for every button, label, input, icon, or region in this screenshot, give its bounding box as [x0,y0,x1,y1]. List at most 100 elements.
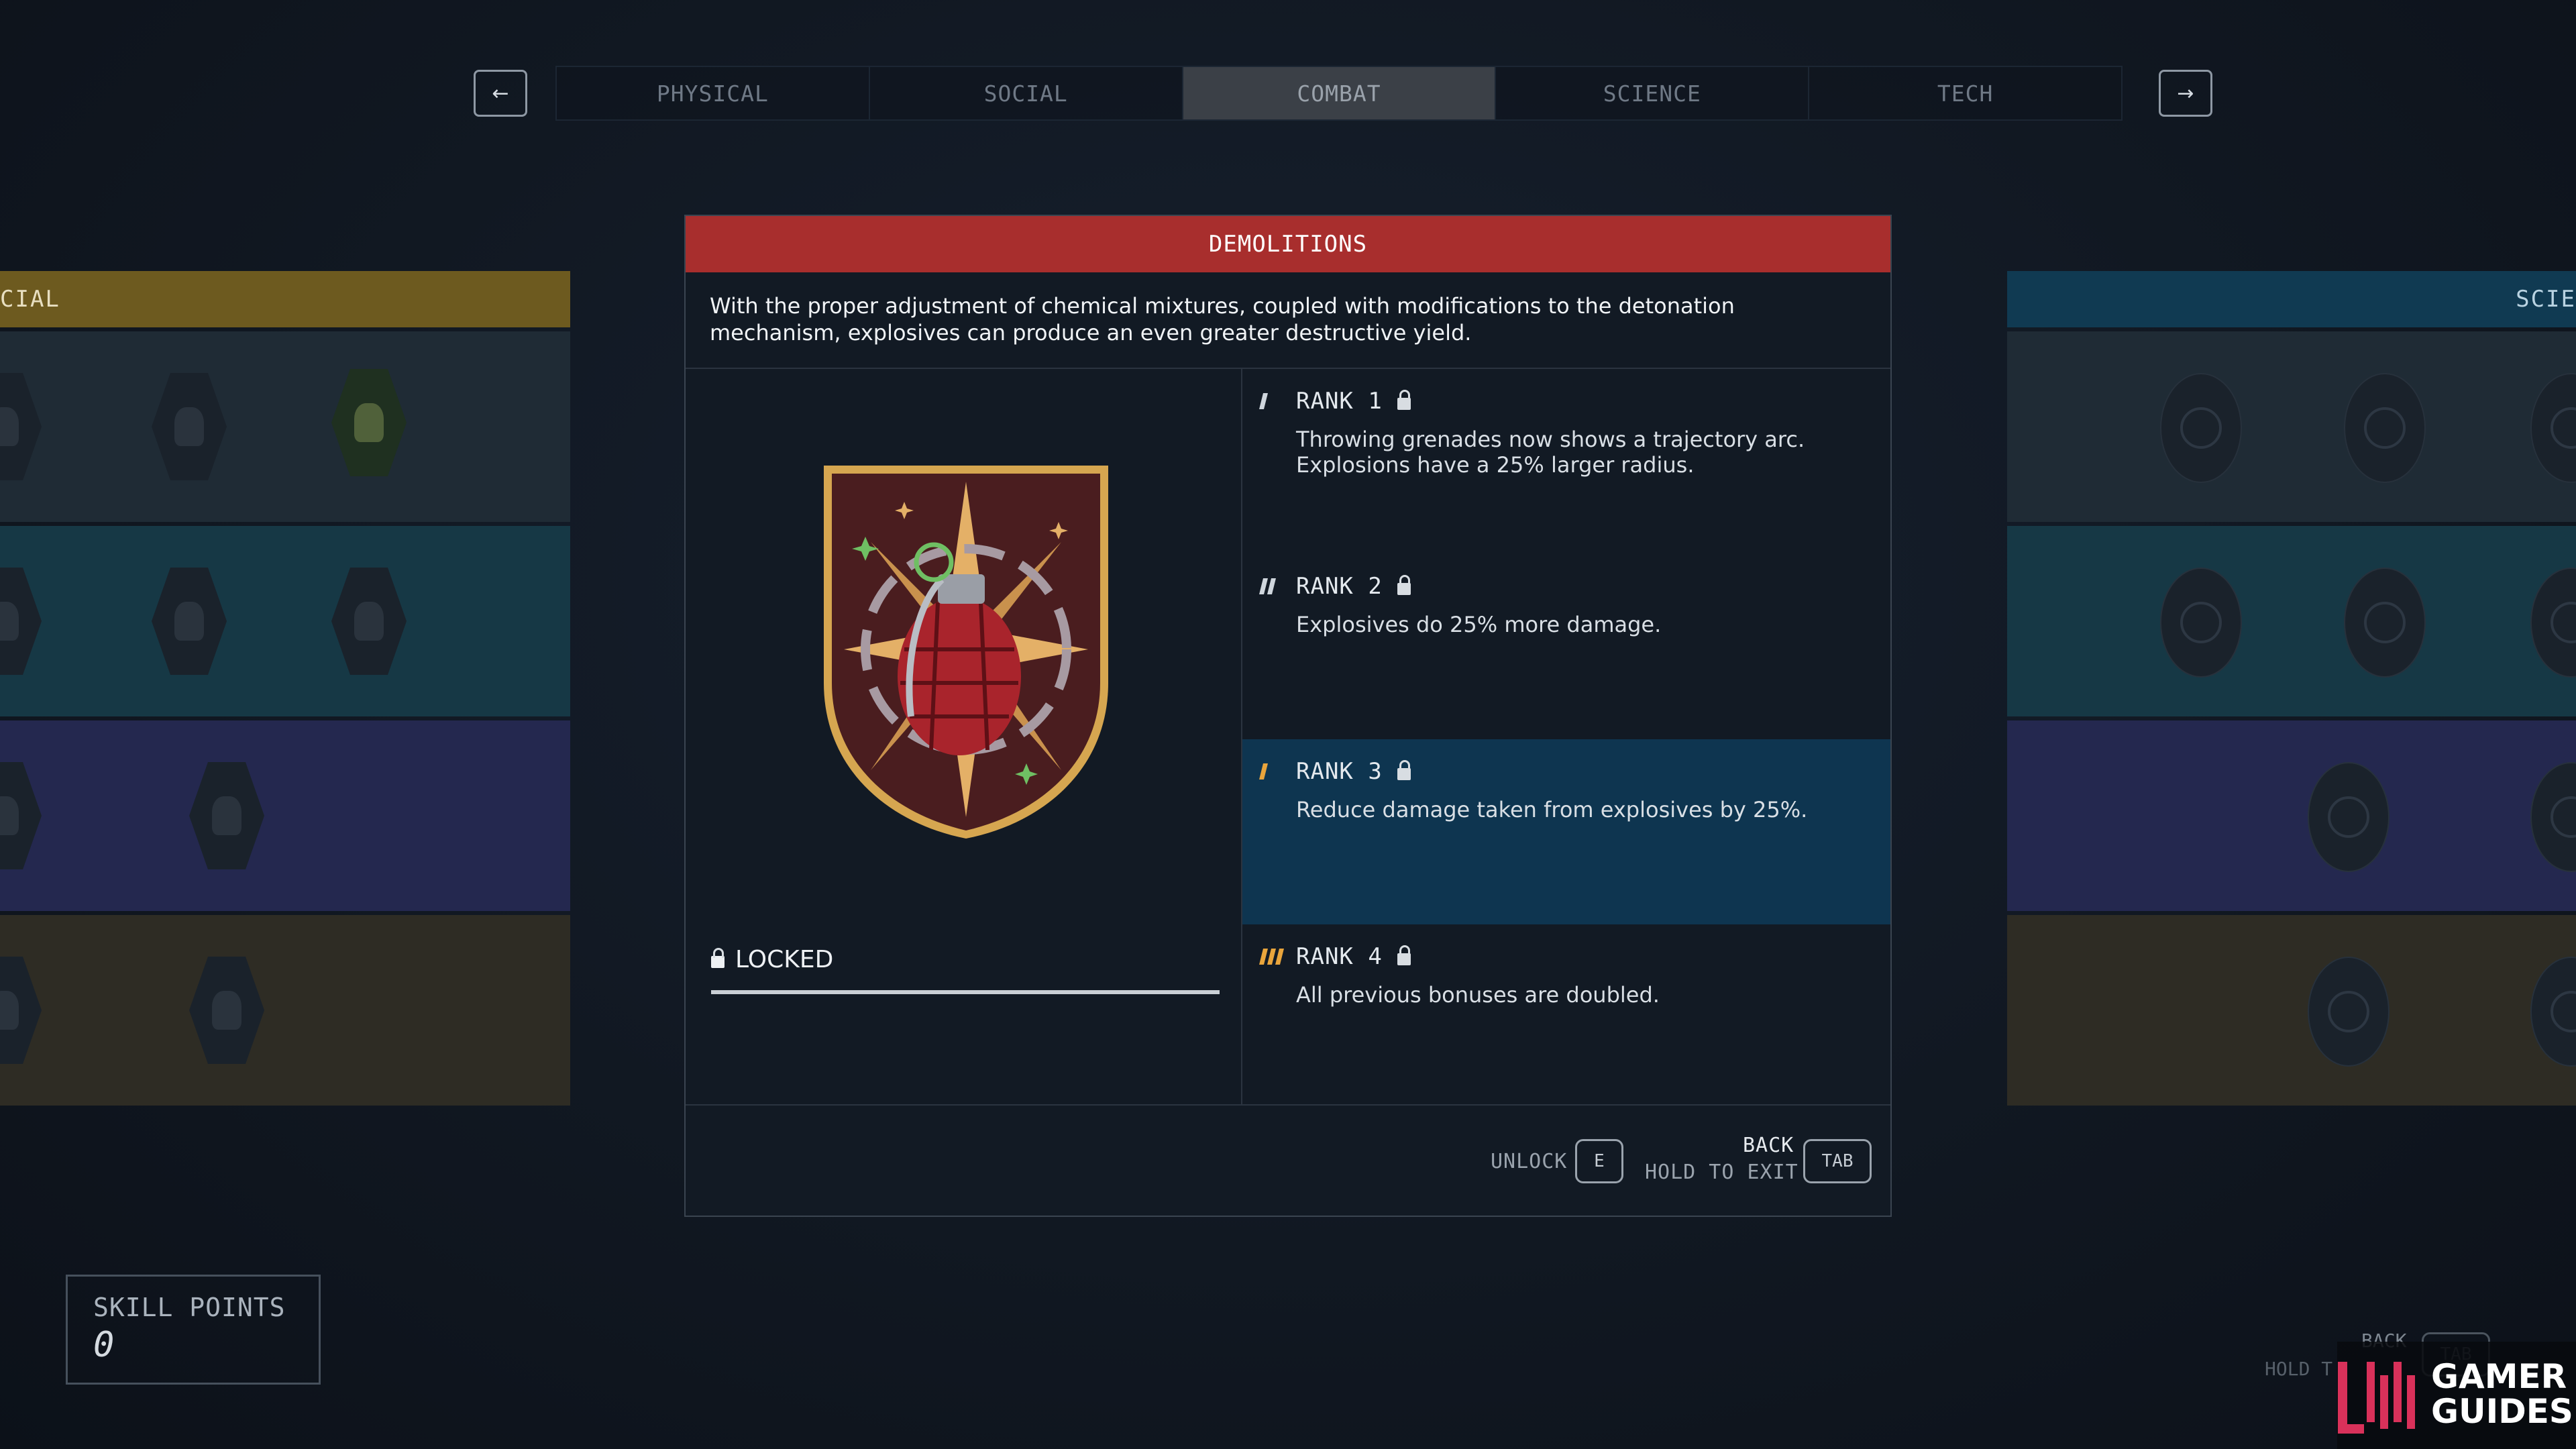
tab-label: COMBAT [1297,80,1381,107]
bg-hold-label: HOLD T [2265,1358,2333,1380]
tab-physical[interactable]: PHYSICAL [557,67,870,119]
hold-to-exit-label: HOLD TO EXIT [1645,1161,1799,1184]
plant-icon [2551,407,2576,449]
arrow-left-icon: ← [492,81,509,105]
rank-pips-icon [1259,763,1296,780]
skill-node[interactable] [0,373,42,480]
rank-label: RANK 4 [1296,943,1383,970]
key-label: TAB [1821,1151,1854,1171]
skill-node[interactable] [2308,762,2390,872]
person-icon [174,602,204,641]
hand-gem-icon [354,403,384,442]
skill-node[interactable] [189,762,264,869]
skill-node[interactable] [189,957,264,1064]
social-tree-panel: CIAL [0,271,570,1106]
rank-4-item[interactable]: RANK 4 All previous bonuses are doubled. [1242,924,1890,1110]
back-label: BACK [1743,1134,1794,1157]
skill-title-label: DEMOLITIONS [1208,231,1368,258]
skill-node[interactable] [331,568,407,675]
key-label: E [1594,1151,1605,1171]
astronaut-icon [2551,602,2576,643]
monkey-icon [0,602,19,641]
skill-detail-dialog: DEMOLITIONS With the proper adjustment o… [684,215,1892,1217]
tree-band [0,720,570,911]
watermark-line: GUIDES [2431,1392,2573,1431]
tree-band [0,331,570,522]
figure-icon [0,991,19,1030]
rank-pips-icon [1259,949,1296,965]
skill-node[interactable] [2160,373,2242,483]
rank-2-item[interactable]: RANK 2 Explosives do 25% more damage. [1242,554,1890,739]
dialog-footer: UNLOCK E BACK HOLD TO EXIT TAB [686,1106,1890,1217]
skill-node[interactable] [2344,568,2426,678]
unlock-key-button[interactable]: E [1575,1139,1623,1183]
skill-node[interactable] [2530,373,2576,483]
rank-1-item[interactable]: RANK 1 Throwing grenades now shows a tra… [1242,369,1890,554]
orbit-icon [2180,407,2222,449]
rank-list: RANK 1 Throwing grenades now shows a tra… [1242,369,1890,1104]
skill-node[interactable] [2530,568,2576,678]
skill-node[interactable] [0,957,42,1064]
fist-icon [174,407,204,446]
tab-tech[interactable]: TECH [1809,67,2121,119]
flag-icon [212,796,241,835]
rank-description: Explosives do 25% more damage. [1296,612,1662,637]
skill-node[interactable] [152,373,227,480]
tab-combat[interactable]: COMBAT [1183,67,1497,119]
tab-science[interactable]: SCIENCE [1496,67,1810,119]
compass-icon [2180,602,2222,643]
arrow-right-icon: → [2177,81,2194,105]
skill-node[interactable] [2530,762,2576,872]
lock-icon [1397,575,1411,595]
rank-3-item[interactable]: RANK 3 Reduce damage taken from explosiv… [1242,739,1890,924]
skill-node[interactable] [0,568,42,675]
category-tabs: PHYSICAL SOCIAL COMBAT SCIENCE TECH [555,66,2123,121]
tree-band [0,526,570,716]
hand-icon [354,602,384,641]
next-category-button[interactable]: → [2159,70,2212,117]
social-tree-header: CIAL [0,271,570,327]
skill-description: With the proper adjustment of chemical m… [686,272,1890,369]
rank-label: RANK 3 [1296,758,1383,785]
tab-label: SOCIAL [983,80,1068,107]
back-key-button[interactable]: TAB [1803,1139,1872,1183]
scanner-icon [2551,796,2576,838]
watermark: GAMER GUIDES [2337,1342,2576,1449]
tree-band [2007,331,2576,522]
skill-node[interactable] [2160,568,2242,678]
rank-pips-icon [1259,393,1296,409]
tree-band [2007,526,2576,716]
skill-points-value: 0 [93,1325,115,1365]
rank-progress-bar [711,990,1220,994]
tab-social[interactable]: SOCIAL [869,67,1183,119]
skill-node[interactable] [152,568,227,675]
unlock-status: LOCKED [711,946,1221,973]
rank-description: Reduce damage taken from explosives by 2… [1296,797,1808,822]
tree-band [0,915,570,1106]
lock-icon [1397,760,1411,780]
prev-category-button[interactable]: ← [474,70,527,117]
lock-icon [1397,945,1411,965]
emblem-icon [212,991,241,1030]
skill-node[interactable] [331,369,407,476]
lock-icon [711,947,724,968]
skill-node[interactable] [0,762,42,869]
target-icon [2328,991,2369,1032]
skill-node[interactable] [2308,957,2390,1067]
science-tree-header: SCIE [2007,271,2576,327]
gamer-guides-logo-icon [2337,1355,2420,1436]
tree-band [2007,915,2576,1106]
figure-icon [0,796,19,835]
lock-icon [1397,390,1411,410]
figure-icon [0,407,19,446]
unlock-label: UNLOCK [1491,1150,1568,1173]
skill-points-panel: SKILL POINTS 0 [66,1275,321,1385]
skill-node[interactable] [2530,957,2576,1067]
tree-header-label: CIAL [0,286,60,313]
skill-node[interactable] [2344,373,2426,483]
rank-description: All previous bonuses are doubled. [1296,982,1660,1008]
tree-band [2007,720,2576,911]
tab-label: SCIENCE [1603,80,1701,107]
grenade-patch-icon [817,462,1115,839]
rank-description: Throwing grenades now shows a trajectory… [1296,427,1805,478]
